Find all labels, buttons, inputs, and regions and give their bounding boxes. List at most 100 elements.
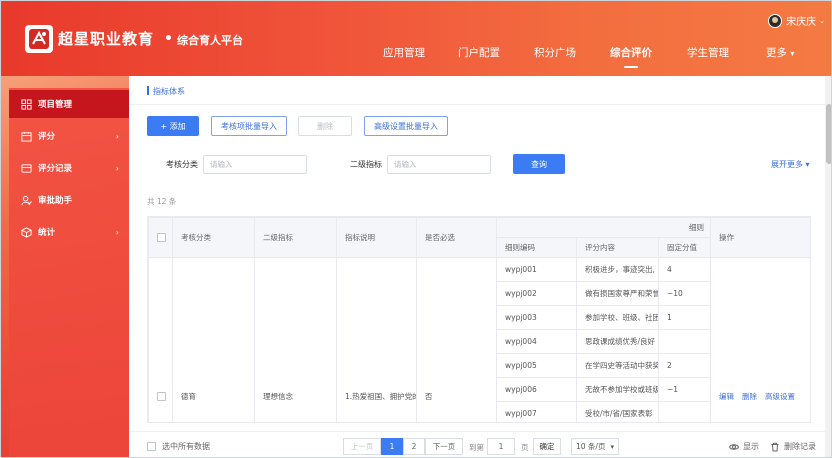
col-header-level2: 二级指标 <box>254 217 337 258</box>
col-header-score-content: 评分内容 <box>576 237 659 258</box>
total-count: 共 12 条 <box>147 197 177 206</box>
nav-item-portal-config[interactable]: 门户配置 <box>458 45 500 60</box>
actions-cell: 编辑 删除 高级设置 <box>710 257 810 422</box>
indicator-table: 考核分类 二级指标 指标说明 是否必选 细则 操作 细则编码 评分内容 固定分值… <box>147 216 811 423</box>
category-filter-label: 考核分类 <box>166 160 198 169</box>
col-header-required: 是否必选 <box>416 217 497 258</box>
table-row: 德育 理想信念 1.热爱祖国、拥护党的 否 wypj001 积极进步，事迹突出,… <box>148 257 810 422</box>
sidebar-item-label: 统计 <box>38 228 56 238</box>
nav-item-points-square[interactable]: 积分广场 <box>534 45 576 60</box>
row-select-cell[interactable] <box>148 257 173 422</box>
select-all-header[interactable] <box>148 217 173 258</box>
nav-item-app-management[interactable]: 应用管理 <box>383 45 425 60</box>
breadcrumb: 指标体系 <box>147 86 185 97</box>
checkbox[interactable] <box>157 233 166 243</box>
avatar <box>768 13 783 28</box>
bottom-bar: 选中所有数据 上一页 1 2 下一页 到第 1 页 确定 10 条/页 ▾ 显示… <box>129 431 825 457</box>
sidebar-item-project-management[interactable]: 项目管理 <box>9 90 129 118</box>
sidebar-item-label: 评分记录 <box>38 164 73 174</box>
category-cell: 德育 <box>172 257 255 422</box>
show-button[interactable]: 显示 <box>729 441 759 452</box>
fixed-score-cell: −10 <box>658 281 711 306</box>
calendar-icon <box>20 130 32 142</box>
page-size-select[interactable]: 10 条/页 ▾ <box>571 438 619 455</box>
rule-code-cell: wypj006 <box>496 377 577 402</box>
level2-filter-input[interactable] <box>387 155 491 174</box>
card-icon <box>20 162 32 174</box>
user-menu[interactable]: 宋庆庆 ⌄ <box>768 13 825 28</box>
advanced-settings-link[interactable]: 高级设置 <box>765 392 795 401</box>
page-unit-label: 页 <box>521 443 529 452</box>
select-all-data[interactable]: 选中所有数据 <box>147 441 210 452</box>
delete-link[interactable]: 删除 <box>742 392 757 401</box>
chevron-right-icon: › <box>115 163 119 173</box>
prev-page-button[interactable]: 上一页 <box>343 438 381 455</box>
score-content-cell: 在学四史等活动中获奖 <box>576 353 659 378</box>
sidebar-item-statistics[interactable]: 统计 › <box>9 218 129 246</box>
scrollbar-thumb[interactable] <box>826 104 831 164</box>
level2-filter-label: 二级指标 <box>350 160 382 169</box>
query-button[interactable]: 查询 <box>513 154 565 174</box>
rule-code-cell: wypj004 <box>496 329 577 354</box>
category-filter-input[interactable] <box>203 155 307 174</box>
col-header-rules: 细则 <box>496 217 711 238</box>
chevron-right-icon: › <box>115 131 119 141</box>
add-button[interactable]: + 添加 <box>147 116 199 136</box>
trash-icon <box>771 442 779 451</box>
chevron-down-icon: ⌄ <box>819 16 825 25</box>
sidebar-item-score-records[interactable]: 评分记录 › <box>9 154 129 182</box>
nav-more-label: 更多 <box>766 47 787 59</box>
sidebar-panel: 项目管理 评分 › 评分记录 › 审批助手 统计 › <box>9 88 129 457</box>
sidebar-item-label: 评分 <box>38 132 56 142</box>
fixed-score-cell: 2 <box>658 353 711 378</box>
goto-label: 到第 <box>469 443 484 452</box>
expand-more-link[interactable]: 展开更多 ▾ <box>771 159 810 170</box>
score-content-cell: 思政课成绩优秀/良好 <box>576 329 659 354</box>
checkbox[interactable] <box>147 442 156 451</box>
description-cell: 1.热爱祖国、拥护党的 <box>336 257 417 422</box>
col-header-actions: 操作 <box>710 217 810 258</box>
checkbox[interactable] <box>157 392 166 401</box>
page-2-button[interactable]: 2 <box>403 438 425 455</box>
page-1-button[interactable]: 1 <box>381 438 403 455</box>
nav-item-comprehensive-evaluation[interactable]: 综合评价 <box>610 45 652 60</box>
rule-code-cell: wypj002 <box>496 281 577 306</box>
sidebar-item-label: 项目管理 <box>38 100 73 110</box>
sidebar-item-approval-assistant[interactable]: 审批助手 <box>9 186 129 214</box>
required-cell: 否 <box>416 257 497 422</box>
user-check-icon <box>20 194 32 206</box>
app-window: 超星职业教育 • 综合育人平台 宋庆庆 ⌄ 应用管理 门户配置 积分广场 综合评… <box>0 0 832 458</box>
sidebar: 项目管理 评分 › 评分记录 › 审批助手 统计 › <box>1 76 129 457</box>
edit-link[interactable]: 编辑 <box>719 392 734 401</box>
rule-code-cell: wypj001 <box>496 257 577 282</box>
nav-item-student-management[interactable]: 学生管理 <box>687 45 729 60</box>
top-header: 超星职业教育 • 综合育人平台 宋庆庆 ⌄ 应用管理 门户配置 积分广场 综合评… <box>1 1 831 76</box>
col-header-category: 考核分类 <box>172 217 255 258</box>
deleted-records-label: 删除记录 <box>784 442 816 451</box>
level2-cell: 理想信念 <box>254 257 337 422</box>
select-all-label: 选中所有数据 <box>162 442 210 451</box>
sidebar-item-scoring[interactable]: 评分 › <box>9 122 129 150</box>
nav-item-more[interactable]: 更多 ▾ <box>766 45 794 60</box>
batch-import-button[interactable]: 考核项批量导入 <box>211 116 287 136</box>
fixed-score-cell: 1 <box>658 305 711 330</box>
advanced-import-button[interactable]: 高级设置批量导入 <box>364 116 448 136</box>
divider <box>129 104 825 105</box>
rule-code-cell: wypj003 <box>496 305 577 330</box>
show-label: 显示 <box>743 442 759 451</box>
confirm-goto-button[interactable]: 确定 <box>533 438 561 455</box>
sidebar-item-label: 审批助手 <box>38 196 73 206</box>
next-page-button[interactable]: 下一页 <box>425 438 463 455</box>
fixed-score-cell: −1 <box>658 377 711 402</box>
col-header-rule-code: 细则编码 <box>496 237 577 258</box>
vertical-scrollbar[interactable] <box>825 76 831 457</box>
score-content-cell: 积极进步，事迹突出, <box>576 257 659 282</box>
top-nav: 应用管理 门户配置 积分广场 综合评价 学生管理 更多 ▾ <box>1 45 831 65</box>
goto-page-input[interactable]: 1 <box>487 438 515 455</box>
deleted-records-button[interactable]: 删除记录 <box>770 441 816 452</box>
rule-code-cell: wypj007 <box>496 401 577 422</box>
score-content-cell: 做有损国家尊严和荣誉 <box>576 281 659 306</box>
user-name: 宋庆庆 <box>786 17 817 28</box>
delete-button[interactable]: 删除 <box>298 116 352 136</box>
chevron-down-icon: ▾ <box>805 160 810 169</box>
